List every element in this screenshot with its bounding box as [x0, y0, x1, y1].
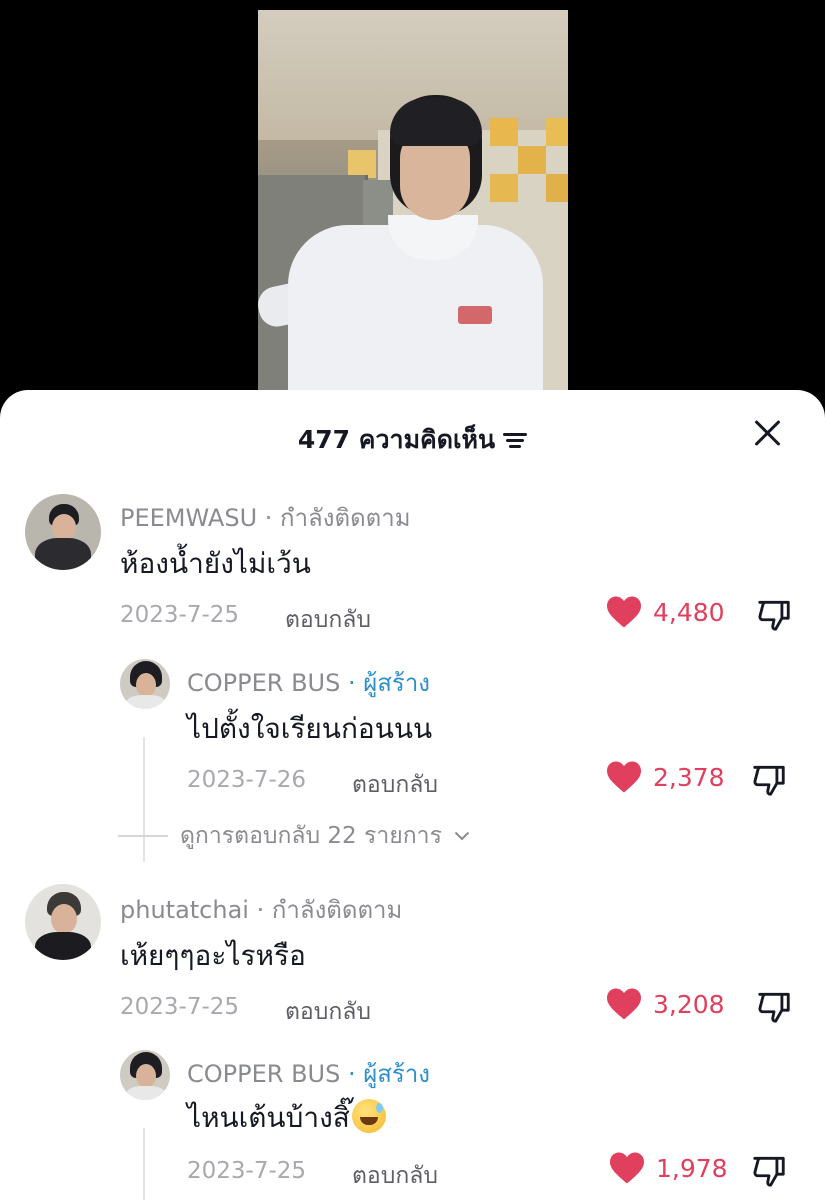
heart-icon — [610, 1152, 644, 1184]
dislike-icon[interactable] — [750, 761, 788, 799]
like-button[interactable]: 2,378 — [605, 760, 725, 794]
follow-status: · กำลังติดตาม — [257, 504, 411, 532]
dislike-icon[interactable] — [750, 1152, 788, 1190]
chevron-down-icon — [454, 831, 470, 841]
heart-icon — [607, 988, 641, 1020]
reply-button[interactable]: ตอบกลับ — [285, 602, 371, 638]
like-count: 3,208 — [653, 989, 725, 1019]
avatar[interactable] — [25, 494, 101, 570]
creator-badge: · ผู้สร้าง — [340, 669, 431, 697]
follow-status: · กำลังติดตาม — [248, 896, 403, 924]
username[interactable]: COPPER BUS — [187, 669, 340, 697]
reply-button[interactable]: ตอบกลับ — [352, 767, 438, 803]
username[interactable]: PEEMWASU — [120, 504, 257, 532]
video-tile — [518, 146, 546, 174]
comment-author-line: PEEMWASU · กำลังติดตาม — [120, 498, 411, 537]
comment-count-title: 477 ความคิดเห็น — [297, 420, 528, 460]
comments-sheet: 477 ความคิดเห็น PEEMWASU · กำลังติดตาม ห… — [0, 390, 825, 1200]
heart-icon — [607, 596, 641, 628]
dislike-icon[interactable] — [755, 988, 793, 1026]
reply-button[interactable]: ตอบกลับ — [352, 1158, 438, 1194]
video-shirt-logo — [458, 306, 492, 324]
comment-date: 2023-7-25 — [120, 994, 240, 1020]
divider-dash — [118, 835, 168, 837]
creator-badge: · ผู้สร้าง — [340, 1060, 431, 1088]
sweat-smile-emoji — [351, 1099, 386, 1133]
like-button[interactable]: 4,480 — [605, 595, 725, 629]
video-person-hair — [390, 98, 482, 146]
video-tile — [348, 150, 376, 178]
comment-text: ห้องน้ำยังไม่เว้น — [120, 547, 311, 580]
video-player[interactable] — [258, 10, 568, 410]
like-count: 2,378 — [653, 762, 725, 792]
view-replies-label: ดูการตอบกลับ 22 รายการ — [180, 823, 442, 849]
like-button[interactable]: 1,978 — [608, 1151, 728, 1185]
reply-author-line: COPPER BUS · ผู้สร้าง — [187, 1054, 430, 1093]
like-count: 4,480 — [653, 597, 725, 627]
sheet-header: 477 ความคิดเห็น — [0, 420, 825, 460]
username[interactable]: phutatchai — [120, 896, 249, 924]
heart-icon — [607, 761, 641, 793]
dislike-icon[interactable] — [755, 596, 793, 634]
reply-button[interactable]: ตอบกลับ — [285, 994, 371, 1030]
avatar[interactable] — [120, 659, 170, 709]
thread-line — [143, 1128, 145, 1200]
video-tile — [546, 174, 568, 202]
comment-text: ไหนเต้นบ้างสิ๊ — [187, 1101, 350, 1134]
reply-author-line: COPPER BUS · ผู้สร้าง — [187, 663, 430, 702]
video-tile — [490, 118, 518, 146]
avatar[interactable] — [25, 884, 101, 960]
comment-date: 2023-7-25 — [187, 1158, 307, 1184]
avatar[interactable] — [120, 1050, 170, 1100]
comment-text: ไปตั้งใจเรียนก่อนนน — [187, 712, 433, 745]
comment-date: 2023-7-25 — [120, 602, 240, 628]
comment-author-line: phutatchai · กำลังติดตาม — [120, 890, 402, 929]
comment-count-label: 477 ความคิดเห็น — [297, 425, 496, 454]
close-icon[interactable] — [753, 418, 783, 448]
username[interactable]: COPPER BUS — [187, 1060, 340, 1088]
video-tile — [490, 174, 518, 202]
comment-text-line: ไหนเต้นบ้างสิ๊ — [187, 1096, 386, 1140]
like-button[interactable]: 3,208 — [605, 987, 725, 1021]
like-count: 1,978 — [656, 1153, 728, 1183]
view-replies-button[interactable]: ดูการตอบกลับ 22 รายการ — [118, 818, 470, 854]
comment-date: 2023-7-26 — [187, 767, 307, 793]
comment-text: เห้ยๆๆอะไรหรือ — [120, 939, 306, 972]
video-tile — [546, 118, 568, 146]
filter-icon[interactable] — [503, 430, 528, 450]
